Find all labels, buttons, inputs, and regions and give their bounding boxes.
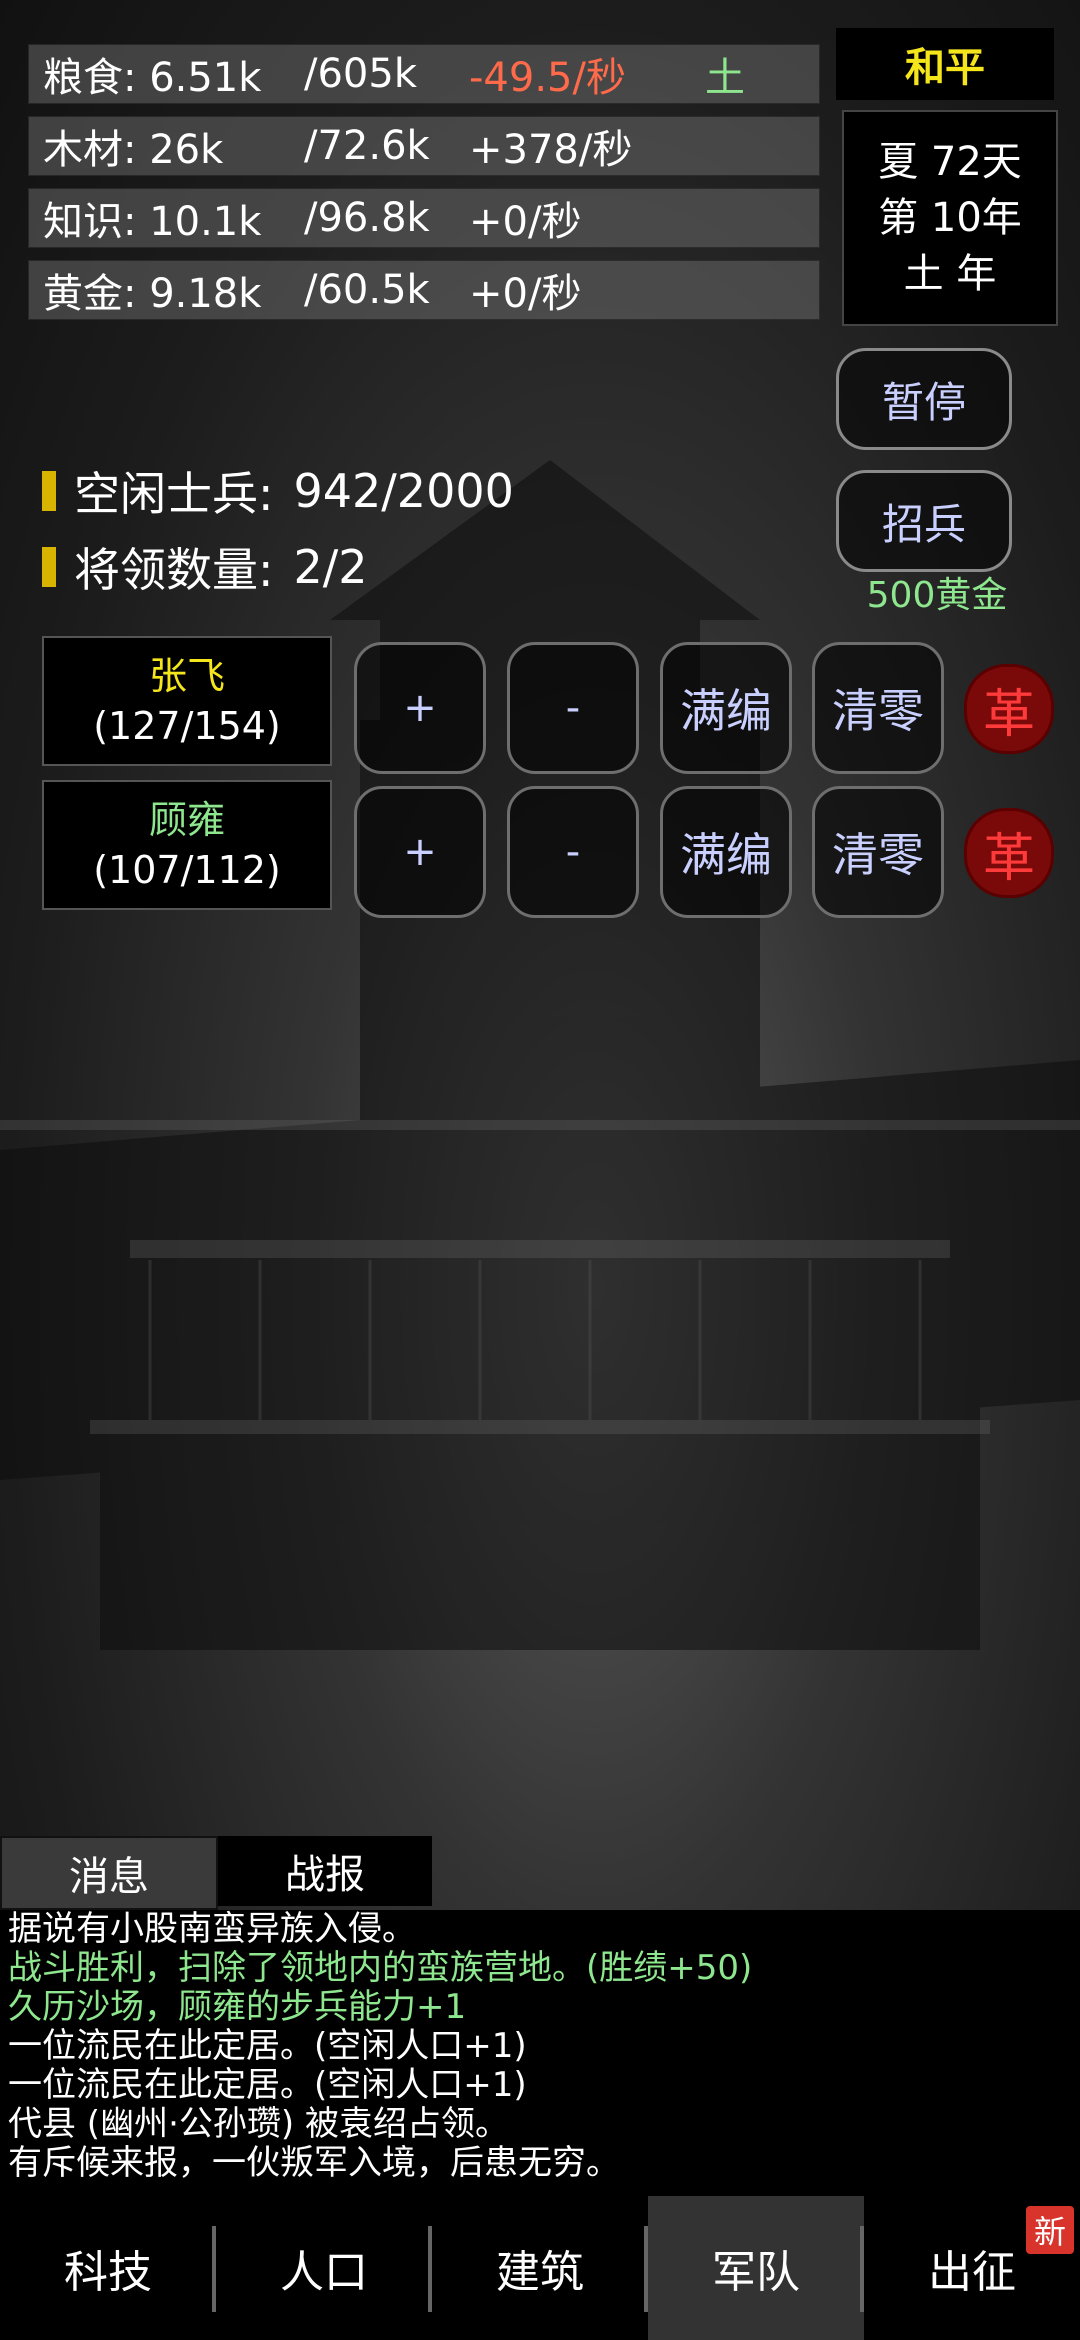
general-card-zhangfei[interactable]: 张飞 (127/154) [42,636,332,766]
resource-knowledge: 知识: 10.1k /96.8k +0/秒 [28,188,820,248]
generals-value: 2/2 [293,540,368,594]
knowledge-rate: +0/秒 [469,199,582,245]
season-day: 夏 72天 [878,139,1022,185]
log-entry: 久历沙场，顾雍的步兵能力+1 [8,1987,467,2027]
general-card-guyong[interactable]: 顾雍 (107/112) [42,780,332,910]
bottom-navigation: 科技 人口 建筑 军队 出征 新 [0,2196,1080,2340]
tab-battle-report[interactable]: 战报 [218,1836,432,1906]
wood-capacity: /72.6k [304,123,430,169]
nav-label: 人口 [280,2247,368,2298]
general-name: 张飞 [148,654,225,698]
year-number: 第 10年 [878,195,1022,241]
nav-population[interactable]: 人口 [216,2196,432,2340]
log-entry: 代县 (幽州·公孙瓒) 被袁绍占领。 [8,2104,509,2144]
clear-troops-button[interactable]: 清零 [812,642,944,774]
general-name: 顾雍 [148,798,225,842]
idle-soldiers-value: 942/2000 [293,464,514,518]
nav-expedition[interactable]: 出征 新 [864,2196,1080,2340]
nav-label: 科技 [64,2247,152,2298]
dismiss-general-button[interactable]: 革 [964,664,1054,754]
nav-label: 军队 [712,2247,800,2298]
remove-troops-button[interactable]: - [507,642,639,774]
fill-troops-button[interactable]: 满编 [660,786,792,918]
log-entry: 战斗胜利，扫除了领地内的蛮族营地。(胜绩+50) [8,1948,753,1988]
peace-status-badge: 和平 [836,28,1054,100]
log-entry: 据说有小股南蛮异族入侵。 [8,1909,416,1949]
food-element-tag: 土 [705,55,745,101]
nav-army[interactable]: 军队 [648,2196,864,2340]
nav-tech[interactable]: 科技 [0,2196,216,2340]
nav-label: 建筑 [496,2247,584,2298]
resource-wood: 木材: 26k /72.6k +378/秒 [28,116,820,176]
log-entry: 有斥候来报，一伙叛军入境，后患无穷。 [8,2143,620,2183]
idle-soldiers-label: 空闲士兵: [74,467,274,521]
log-tab-bar: 消息 战报 [0,1836,432,1910]
add-troops-button[interactable]: + [354,642,486,774]
generals-label: 将领数量: [74,543,274,597]
tab-messages[interactable]: 消息 [0,1836,218,1910]
add-troops-button[interactable]: + [354,786,486,918]
element-year: 土 年 [903,251,997,297]
log-entry: 一位流民在此定居。(空闲人口+1) [8,2026,527,2066]
gold-capacity: /60.5k [304,267,430,313]
wood-rate: +378/秒 [469,127,633,173]
stat-marker-icon [42,471,56,511]
stat-marker-icon [42,547,56,587]
nav-buildings[interactable]: 建筑 [432,2196,648,2340]
food-amount: 粮食: 6.51k [43,55,262,101]
clear-troops-button[interactable]: 清零 [812,786,944,918]
date-panel: 夏 72天 第 10年 土 年 [842,110,1058,326]
log-entry: 一位流民在此定居。(空闲人口+1) [8,2065,527,2105]
pause-button[interactable]: 暂停 [836,348,1012,450]
nav-label: 出征 [928,2247,1016,2298]
recruit-button[interactable]: 招兵 [836,470,1012,572]
message-log[interactable]: 据说有小股南蛮异族入侵。 战斗胜利，扫除了领地内的蛮族营地。(胜绩+50) 久历… [0,1910,1080,2196]
knowledge-amount: 知识: 10.1k [43,199,262,245]
food-capacity: /605k [304,51,417,97]
recruit-cost-label: 500黄金 [866,575,1008,616]
gold-rate: +0/秒 [469,271,582,317]
knowledge-capacity: /96.8k [304,195,430,241]
new-badge: 新 [1026,2206,1074,2254]
resource-food: 粮食: 6.51k /605k -49.5/秒 土 [28,44,820,104]
remove-troops-button[interactable]: - [507,786,639,918]
dismiss-general-button[interactable]: 革 [964,808,1054,898]
generals-count-stat: 将领数量: 2/2 [42,534,368,600]
general-troop-count: (107/112) [93,848,281,892]
resource-gold: 黄金: 9.18k /60.5k +0/秒 [28,260,820,320]
general-troop-count: (127/154) [93,704,281,748]
gold-amount: 黄金: 9.18k [43,271,262,317]
idle-soldiers-stat: 空闲士兵: 942/2000 [42,458,514,524]
food-rate: -49.5/秒 [469,55,626,101]
wood-amount: 木材: 26k [43,127,224,173]
fill-troops-button[interactable]: 满编 [660,642,792,774]
